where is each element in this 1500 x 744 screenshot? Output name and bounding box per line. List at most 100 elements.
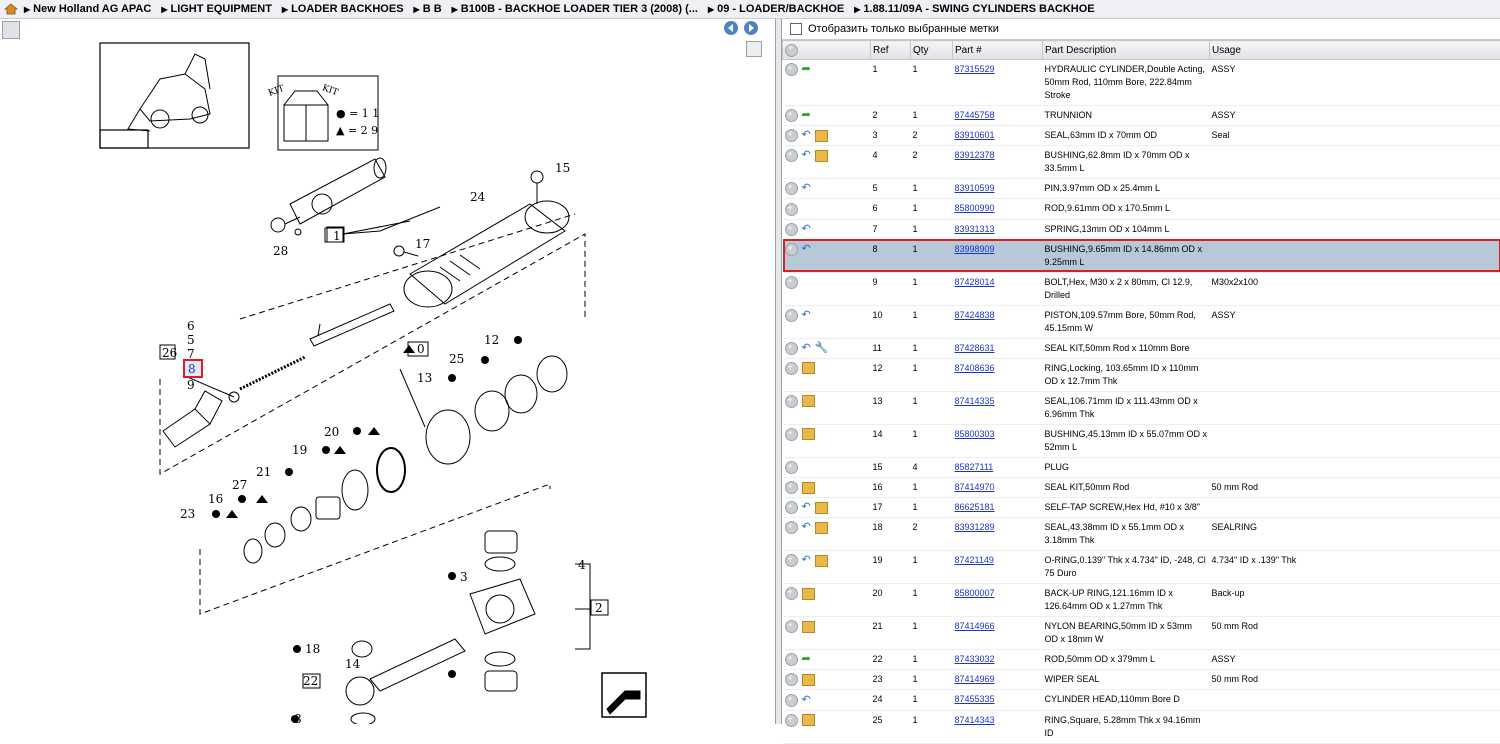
table-row[interactable]: ➦22187433032ROD,50mm OD x 379mm LASSY <box>783 650 1500 670</box>
part-number-link[interactable]: 83931289 <box>955 522 995 532</box>
add-to-cart-icon[interactable] <box>785 309 798 322</box>
table-row[interactable]: 14185800303BUSHING,45.13mm ID x 55.07mm … <box>783 424 1500 457</box>
add-to-cart-icon[interactable] <box>785 129 798 142</box>
table-row[interactable]: 16187414970SEAL KIT,50mm Rod50 mm Rod <box>783 477 1500 497</box>
blue-arrow-icon[interactable]: ↶ <box>802 554 811 567</box>
box-icon[interactable] <box>815 150 828 162</box>
part-number-link[interactable]: 83931313 <box>955 224 995 234</box>
breadcrumb-item-category[interactable]: LIGHT EQUIPMENT <box>161 3 272 15</box>
callout-13[interactable]: 13 <box>417 371 432 385</box>
box-icon[interactable] <box>802 588 815 600</box>
table-row[interactable]: 21187414966NYLON BEARING,50mm ID x 53mm … <box>783 617 1500 650</box>
box-icon[interactable] <box>802 621 815 633</box>
blue-arrow-icon[interactable]: ↶ <box>802 243 811 256</box>
row-actions[interactable] <box>783 199 871 219</box>
callout-15[interactable]: 15 <box>555 161 570 175</box>
add-to-cart-icon[interactable] <box>785 203 798 216</box>
add-to-cart-icon[interactable] <box>785 243 798 256</box>
callout-9[interactable]: 9 <box>187 378 195 392</box>
add-to-cart-icon[interactable] <box>785 673 798 686</box>
table-row[interactable]: ↶18283931289SEAL,43.38mm ID x 55.1mm OD … <box>783 518 1500 551</box>
row-actions[interactable] <box>783 477 871 497</box>
callout-6[interactable]: 6 <box>187 319 195 333</box>
row-actions[interactable]: ↶ <box>783 518 871 551</box>
green-arrow-icon[interactable]: ➦ <box>802 109 811 122</box>
table-row[interactable]: ↶7183931313SPRING,13mm OD x 104mm L <box>783 219 1500 239</box>
callout-27[interactable]: 27 <box>232 478 247 492</box>
row-actions[interactable] <box>783 457 871 477</box>
part-number-link[interactable]: 83912378 <box>955 150 995 160</box>
row-actions[interactable] <box>783 617 871 650</box>
table-row[interactable]: ↶10187424838PISTON,109.57mm Bore, 50mm R… <box>783 305 1500 338</box>
box-icon[interactable] <box>815 502 828 514</box>
part-number-link[interactable]: 83998909 <box>955 244 995 254</box>
blue-arrow-icon[interactable]: ↶ <box>802 129 811 142</box>
box-icon[interactable] <box>802 674 815 686</box>
header-icons[interactable] <box>783 41 871 60</box>
add-to-cart-icon[interactable] <box>785 554 798 567</box>
header-usage[interactable]: Usage <box>1210 41 1500 60</box>
show-selected-checkbox[interactable] <box>790 23 802 35</box>
box-icon[interactable] <box>802 362 815 374</box>
table-row[interactable]: ↶8183998909BUSHING,9.65mm ID x 14.86mm O… <box>783 239 1500 272</box>
part-number-link[interactable]: 86625181 <box>955 502 995 512</box>
table-row[interactable]: 6185800990ROD,9.61mm OD x 170.5mm L <box>783 199 1500 219</box>
blue-arrow-icon[interactable]: ↶ <box>802 149 811 162</box>
row-actions[interactable]: ↶ <box>783 179 871 199</box>
part-number-link[interactable]: 87424838 <box>955 310 995 320</box>
row-actions[interactable]: ↶ <box>783 498 871 518</box>
row-actions[interactable]: ↶ <box>783 126 871 146</box>
callout-18[interactable]: 18 <box>305 642 320 656</box>
box-icon[interactable] <box>815 555 828 567</box>
row-actions[interactable] <box>783 272 871 305</box>
breadcrumb-item-brand[interactable]: New Holland AG APAC <box>24 3 151 15</box>
row-actions[interactable]: ↶ <box>783 690 871 710</box>
wrench-icon[interactable]: 🔧 <box>815 342 829 355</box>
callout-20[interactable]: 20 <box>324 425 339 439</box>
row-actions[interactable]: ↶ <box>783 305 871 338</box>
row-actions[interactable]: ➦ <box>783 106 871 126</box>
table-row[interactable]: ↶4283912378BUSHING,62.8mm ID x 70mm OD x… <box>783 146 1500 179</box>
add-to-cart-icon[interactable] <box>785 587 798 600</box>
row-actions[interactable] <box>783 710 871 743</box>
callout-1[interactable]: 1 <box>333 229 341 243</box>
table-row[interactable]: 23187414969WIPER SEAL50 mm Rod <box>783 670 1500 690</box>
add-to-cart-icon[interactable] <box>785 521 798 534</box>
table-row[interactable]: 15485827111PLUG <box>783 457 1500 477</box>
add-to-cart-icon[interactable] <box>785 501 798 514</box>
table-row[interactable]: ↶19187421149O-RING,0.139" Thk x 4.734" I… <box>783 551 1500 584</box>
row-actions[interactable]: ↶🔧 <box>783 338 871 358</box>
blue-arrow-icon[interactable]: ↶ <box>802 521 811 534</box>
part-number-link[interactable]: 87414966 <box>955 621 995 631</box>
table-row[interactable]: ↶🔧11187428631SEAL KIT,50mm Rod x 110mm B… <box>783 338 1500 358</box>
blue-arrow-icon[interactable]: ↶ <box>802 182 811 195</box>
add-to-cart-icon[interactable] <box>785 276 798 289</box>
breadcrumb-item-type[interactable]: LOADER BACKHOES <box>282 3 404 15</box>
add-to-cart-icon[interactable] <box>785 428 798 441</box>
row-actions[interactable]: ➦ <box>783 60 871 106</box>
add-to-cart-icon[interactable] <box>785 342 798 355</box>
part-number-link[interactable]: 87445758 <box>955 110 995 120</box>
part-number-link[interactable]: 85800007 <box>955 588 995 598</box>
header-ref[interactable]: Ref <box>871 41 911 60</box>
callout-3[interactable]: 3 <box>460 570 468 584</box>
blue-arrow-icon[interactable]: ↶ <box>802 342 811 355</box>
part-number-link[interactable]: 85827111 <box>955 462 994 472</box>
part-number-link[interactable]: 85800990 <box>955 203 995 213</box>
part-number-link[interactable]: 87414343 <box>955 715 995 725</box>
add-to-cart-icon[interactable] <box>785 149 798 162</box>
part-number-link[interactable]: 87428631 <box>955 343 995 353</box>
callout-12[interactable]: 12 <box>484 333 499 347</box>
breadcrumb-item-series[interactable]: B B <box>414 3 442 15</box>
box-icon[interactable] <box>815 522 828 534</box>
add-to-cart-icon[interactable] <box>785 620 798 633</box>
header-qty[interactable]: Qty <box>911 41 953 60</box>
callout-21[interactable]: 21 <box>256 465 271 479</box>
highlighted-callout[interactable]: 8 <box>188 362 196 376</box>
part-number-link[interactable]: 87433032 <box>955 654 995 664</box>
breadcrumb-item-model[interactable]: B100B - BACKHOE LOADER TIER 3 (2008) (..… <box>452 3 698 15</box>
blue-arrow-icon[interactable]: ↶ <box>802 223 811 236</box>
part-number-link[interactable]: 83910599 <box>955 183 995 193</box>
add-to-cart-icon[interactable] <box>785 109 798 122</box>
box-icon[interactable] <box>802 482 815 494</box>
